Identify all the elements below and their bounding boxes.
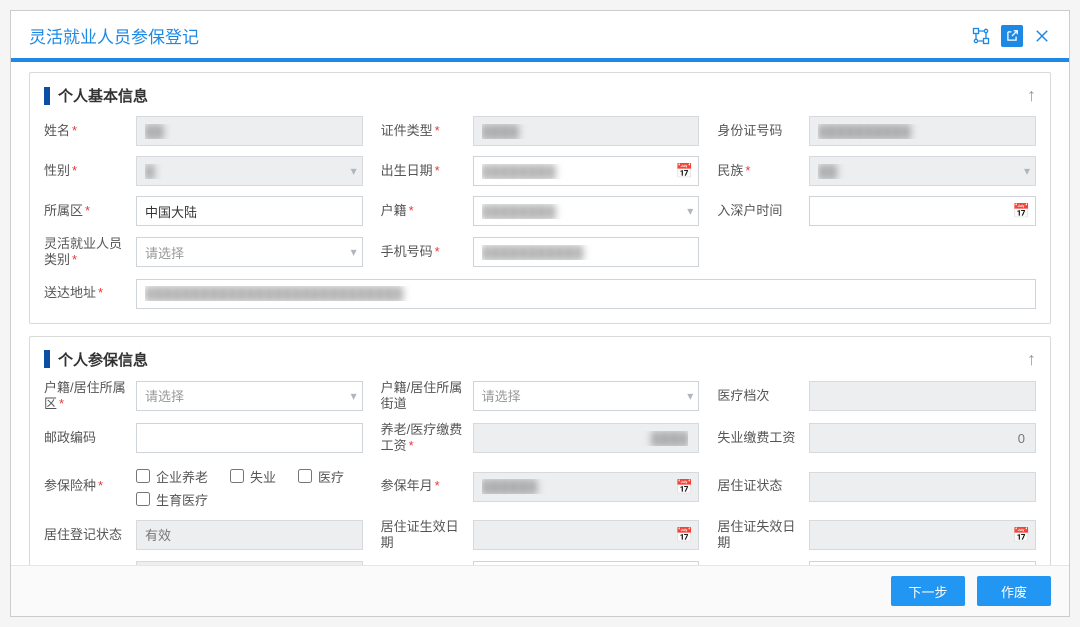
label-phone: 手机号码 bbox=[381, 244, 473, 260]
dialog: 灵活就业人员参保登记 bbox=[10, 10, 1070, 617]
check-pension[interactable]: 企业养老 bbox=[136, 467, 208, 486]
flow-icon[interactable] bbox=[971, 26, 991, 46]
section-personal-basic: 个人基本信息 ↑ 姓名 证件类型 身份证号码 性别 ▾ 出生日期 📅 bbox=[29, 72, 1051, 324]
select-category[interactable] bbox=[136, 237, 363, 267]
collapse-icon[interactable]: ↑ bbox=[1027, 85, 1036, 106]
export-icon[interactable] bbox=[1001, 25, 1023, 47]
input-permit-start[interactable] bbox=[473, 520, 700, 550]
input-insured-ym[interactable] bbox=[473, 472, 700, 502]
label-medical-level: 医疗档次 bbox=[717, 388, 809, 404]
collapse-icon[interactable]: ↑ bbox=[1027, 349, 1036, 370]
next-button[interactable]: 下一步 bbox=[891, 576, 965, 606]
input-dob[interactable] bbox=[473, 156, 700, 186]
input-phone[interactable] bbox=[473, 237, 700, 267]
select-edu[interactable] bbox=[473, 561, 700, 565]
label-id-no: 身份证号码 bbox=[717, 123, 809, 139]
label-dob: 出生日期 bbox=[381, 163, 473, 179]
label-postcode: 邮政编码 bbox=[44, 430, 136, 446]
footer-bar: 下一步 作废 bbox=[11, 565, 1069, 616]
input-job-form[interactable] bbox=[136, 561, 363, 565]
label-hukou: 户籍 bbox=[381, 203, 473, 219]
label-id-type: 证件类型 bbox=[381, 123, 473, 139]
title-actions bbox=[971, 25, 1051, 47]
label-region: 所属区 bbox=[44, 203, 136, 219]
section-title-text: 个人参保信息 bbox=[58, 349, 148, 370]
label-permit-end: 居住证失效日期 bbox=[717, 519, 809, 552]
label-district: 户籍/居住所属区 bbox=[44, 380, 136, 413]
check-maternity[interactable]: 生育医疗 bbox=[136, 490, 208, 509]
label-reg-status: 居住登记状态 bbox=[44, 527, 136, 543]
input-medical-level[interactable] bbox=[809, 381, 1036, 411]
select-gender[interactable] bbox=[136, 156, 363, 186]
select-street[interactable] bbox=[473, 381, 700, 411]
label-pension-wage: 养老/医疗缴费工资 bbox=[381, 422, 473, 455]
section-title-text: 个人基本信息 bbox=[58, 85, 148, 106]
section-title-basic: 个人基本信息 bbox=[44, 85, 148, 106]
label-gender: 性别 bbox=[44, 163, 136, 179]
input-unemp-wage[interactable] bbox=[809, 423, 1036, 453]
label-ethnicity: 民族 bbox=[717, 163, 809, 179]
label-address: 送达地址 bbox=[44, 285, 136, 301]
label-category: 灵活就业人员类别 bbox=[44, 236, 136, 269]
content-area: 个人基本信息 ↑ 姓名 证件类型 身份证号码 性别 ▾ 出生日期 📅 bbox=[11, 62, 1069, 565]
input-id-type[interactable] bbox=[473, 116, 700, 146]
dialog-title: 灵活就业人员参保登记 bbox=[29, 23, 199, 48]
label-unemp-wage: 失业缴费工资 bbox=[717, 430, 809, 446]
select-title[interactable] bbox=[809, 561, 1036, 565]
input-address[interactable] bbox=[136, 279, 1036, 309]
select-hukou[interactable] bbox=[473, 196, 700, 226]
input-region[interactable] bbox=[136, 196, 363, 226]
select-district[interactable] bbox=[136, 381, 363, 411]
check-unemployment[interactable]: 失业 bbox=[230, 467, 276, 486]
input-permit-end[interactable] bbox=[809, 520, 1036, 550]
input-pension-wage[interactable] bbox=[473, 423, 700, 453]
input-postcode[interactable] bbox=[136, 423, 363, 453]
input-permit-status[interactable] bbox=[809, 472, 1036, 502]
section-insurance-info: 个人参保信息 ↑ 户籍/居住所属区 ▾ 户籍/居住所属街道 ▾ 医疗档次 邮政编… bbox=[29, 336, 1051, 566]
section-title-insurance: 个人参保信息 bbox=[44, 349, 148, 370]
title-bar: 灵活就业人员参保登记 bbox=[11, 11, 1069, 62]
check-medical[interactable]: 医疗 bbox=[298, 467, 344, 486]
input-name[interactable] bbox=[136, 116, 363, 146]
label-insured-types: 参保险种 bbox=[44, 478, 136, 494]
input-sz-time[interactable] bbox=[809, 196, 1036, 226]
label-sz-time: 入深户时间 bbox=[717, 203, 809, 219]
label-street: 户籍/居住所属街道 bbox=[381, 380, 473, 413]
select-ethnicity[interactable] bbox=[809, 156, 1036, 186]
discard-button[interactable]: 作废 bbox=[977, 576, 1051, 606]
input-reg-status[interactable] bbox=[136, 520, 363, 550]
insured-types-group: 企业养老 失业 医疗 生育医疗 bbox=[136, 465, 363, 509]
label-permit-status: 居住证状态 bbox=[717, 478, 809, 494]
label-permit-start: 居住证生效日期 bbox=[381, 519, 473, 552]
label-name: 姓名 bbox=[44, 123, 136, 139]
close-icon[interactable] bbox=[1033, 27, 1051, 45]
label-insured-ym: 参保年月 bbox=[381, 478, 473, 494]
input-id-no[interactable] bbox=[809, 116, 1036, 146]
